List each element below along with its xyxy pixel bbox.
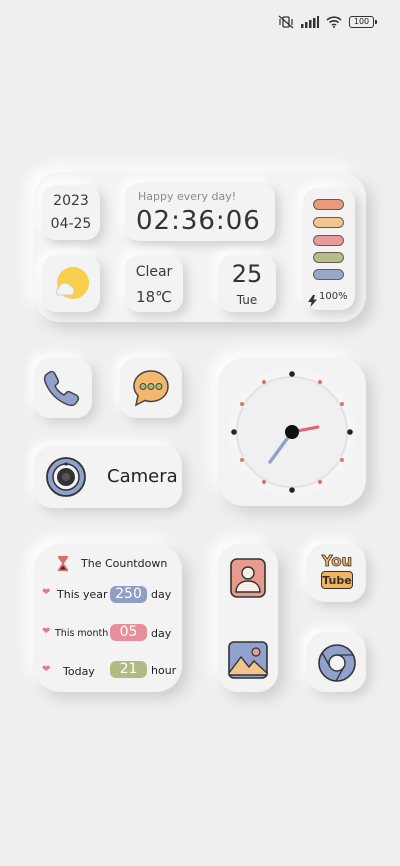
vibrate-icon (278, 15, 294, 29)
camera-label: Camera (107, 466, 178, 487)
youtube-logo-bottom: Tube (321, 571, 353, 589)
hourglass-icon (57, 556, 69, 575)
battery-bar-2 (313, 217, 344, 228)
date-text: 04-25 (50, 216, 92, 232)
countdown-row-label: Today (63, 665, 95, 678)
phone-icon (42, 368, 82, 412)
battery-level: 100 (353, 17, 370, 26)
countdown-value-month: 05 (110, 624, 147, 641)
battery-bar-5 (313, 269, 344, 280)
battery-bar-4 (313, 252, 344, 263)
weather-sun-icon (52, 265, 92, 307)
battery-icon: 100 (349, 16, 377, 28)
heart-icon: ❤ (42, 664, 51, 675)
status-bar: 100 (278, 14, 377, 30)
year-text: 2023 (53, 193, 89, 209)
wifi-icon (326, 16, 342, 28)
weekday-text: Tue (236, 293, 258, 307)
contacts-icon[interactable] (230, 558, 266, 602)
countdown-row-unit: hour (151, 664, 177, 677)
countdown-value-year: 250 (110, 586, 147, 603)
countdown-value-today: 21 (110, 661, 147, 678)
temperature-text: 18℃ (136, 288, 172, 306)
battery-bar-3 (313, 235, 344, 246)
greeting-text: Happy every day! (138, 190, 237, 203)
message-bubble-icon (131, 368, 171, 412)
day-number: 25 (231, 260, 263, 288)
youtube-icon: You Tube (320, 552, 354, 593)
weather-condition: Clear (135, 264, 173, 280)
clock-time: 02:36:06 (136, 206, 261, 236)
analog-clock (227, 367, 357, 501)
countdown-title: The Countdown (81, 557, 168, 570)
youtube-logo-top: You (321, 552, 353, 570)
battery-bar-1 (313, 199, 344, 210)
lightning-icon (308, 292, 317, 311)
heart-icon: ❤ (42, 587, 51, 598)
chrome-icon (317, 643, 357, 687)
signal-icon (301, 16, 319, 28)
gallery-icon[interactable] (228, 641, 268, 683)
battery-percent: 100% (319, 291, 348, 302)
countdown-row-label: This year (57, 588, 108, 601)
heart-icon: ❤ (42, 626, 51, 637)
countdown-row-unit: day (151, 627, 172, 640)
countdown-row-unit: day (151, 588, 172, 601)
countdown-row-label: This month (55, 628, 109, 639)
camera-lens-icon (45, 456, 87, 502)
